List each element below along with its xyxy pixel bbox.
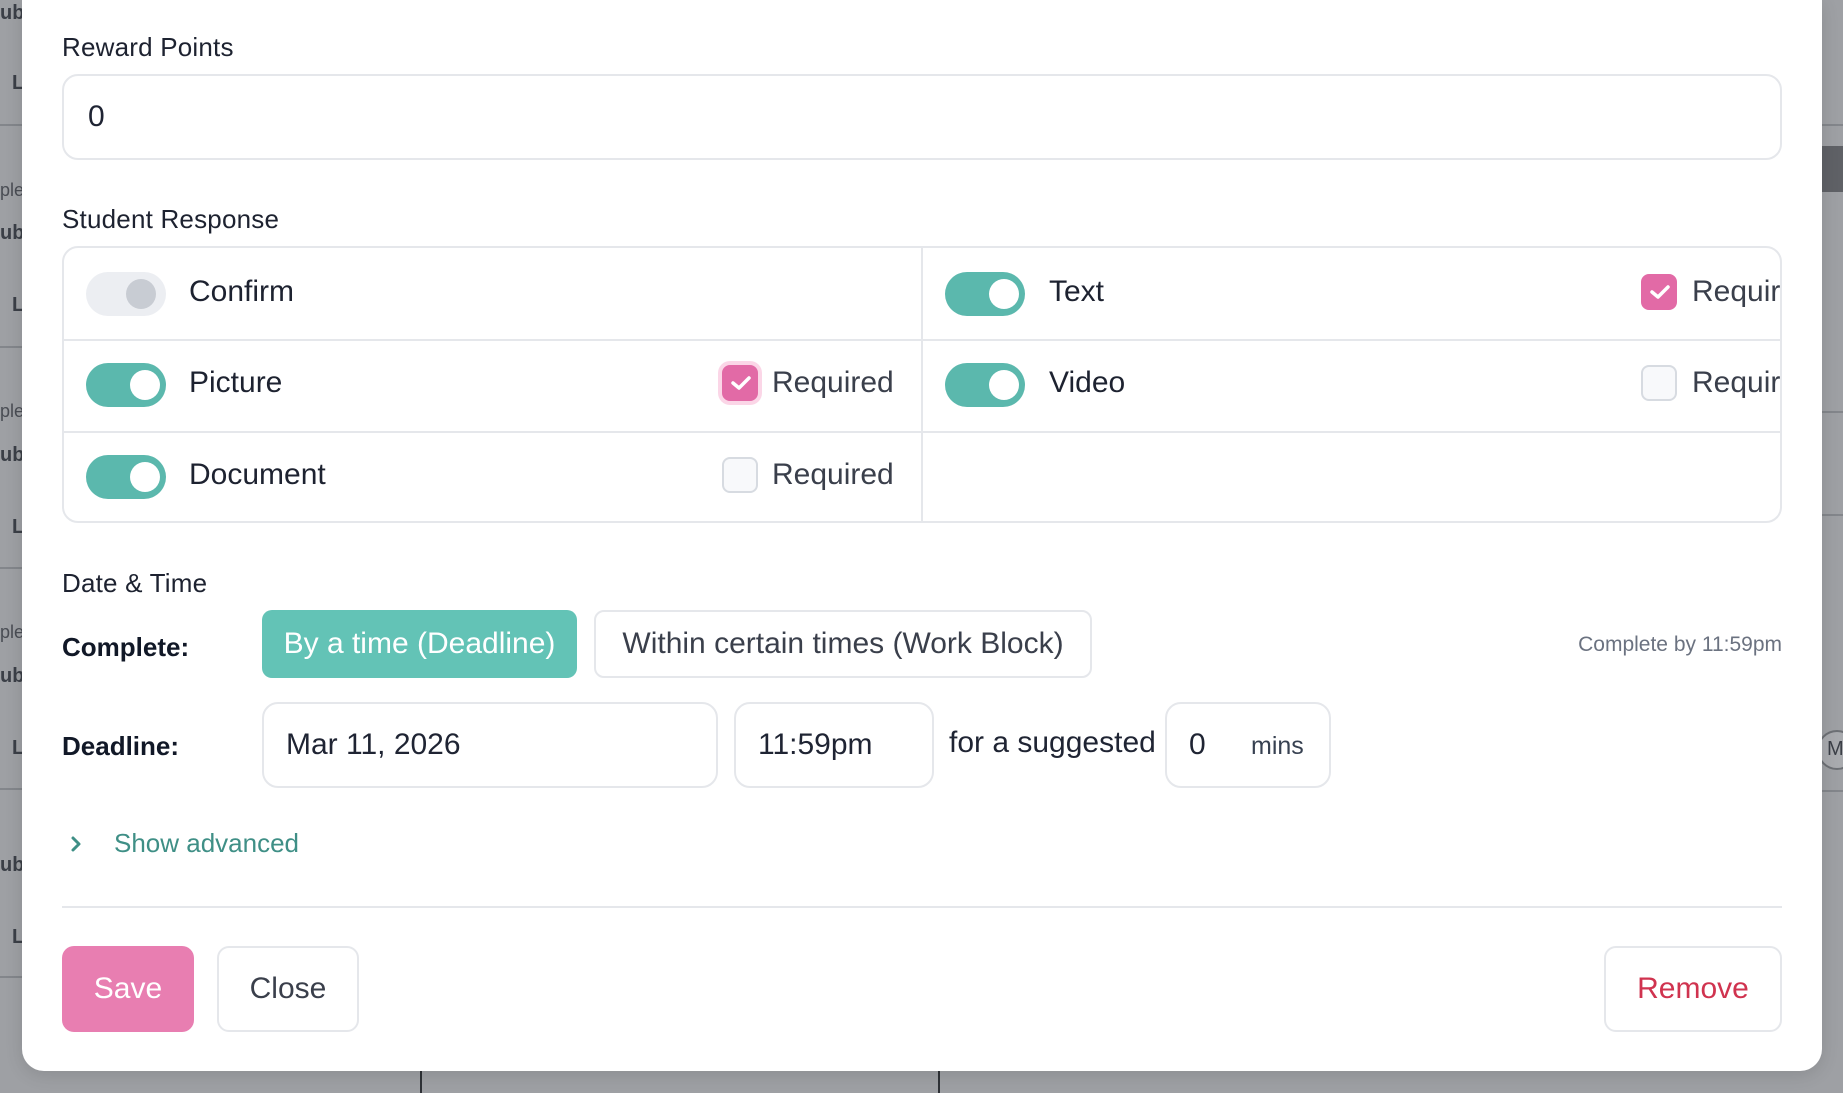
response-option-text: Text Required	[923, 248, 1781, 339]
modal-content: Reward Points 0 Student Response Confirm…	[62, 0, 1782, 1071]
suggested-minutes-unit: mins	[1251, 732, 1304, 760]
bg-divider	[0, 976, 22, 978]
complete-by-deadline-button[interactable]: By a time (Deadline)	[262, 610, 577, 678]
show-advanced-label: Show advanced	[114, 828, 300, 858]
document-required-checkbox[interactable]	[722, 457, 758, 493]
bg-text-fragment: ple	[0, 622, 25, 642]
check-icon	[1650, 285, 1670, 299]
footer-divider	[62, 906, 1782, 908]
video-required-label: Required	[1692, 366, 1781, 399]
background-page-left: ubj L ple ubj L ple ubj L ple ubj L ubj …	[0, 0, 30, 1093]
document-label: Document	[189, 458, 326, 491]
check-icon	[731, 376, 751, 390]
bg-divider	[0, 567, 22, 569]
background-scrollbar-thumb	[1821, 146, 1843, 192]
bg-divider	[0, 788, 22, 790]
suggested-minutes-input[interactable]: 0 mins	[1165, 702, 1331, 788]
bg-avatar-letter: M	[1827, 738, 1843, 760]
video-label: Video	[1049, 366, 1126, 399]
picture-required-label: Required	[772, 366, 894, 399]
response-option-confirm: Confirm	[64, 248, 921, 339]
response-option-document: Document Required	[64, 433, 921, 521]
video-required-checkbox[interactable]	[1641, 365, 1677, 401]
response-option-video: Video Required	[923, 341, 1781, 432]
suggested-minutes-value: 0	[1189, 728, 1206, 761]
student-response-label: Student Response	[62, 204, 280, 234]
text-required-label: Required	[1692, 275, 1781, 308]
bg-divider	[1821, 124, 1843, 126]
complete-hint: Complete by 11:59pm	[1578, 633, 1782, 656]
task-settings-modal: Reward Points 0 Student Response Confirm…	[22, 0, 1822, 1071]
picture-toggle[interactable]	[86, 363, 166, 407]
picture-label: Picture	[189, 366, 283, 399]
deadline-date-value: Mar 11, 2026	[286, 728, 461, 761]
chevron-right-icon	[71, 836, 81, 851]
close-button[interactable]: Close	[217, 946, 359, 1032]
bg-divider	[420, 1071, 422, 1093]
bg-divider	[1821, 514, 1843, 516]
confirm-label: Confirm	[189, 275, 295, 308]
bg-text-fragment: ple	[0, 401, 25, 421]
text-toggle[interactable]	[945, 272, 1025, 316]
video-toggle[interactable]	[945, 363, 1025, 407]
bg-divider	[938, 1071, 940, 1093]
suggested-text: for a suggested	[949, 726, 1156, 759]
bg-divider	[0, 124, 22, 126]
deadline-time-value: 11:59pm	[758, 728, 873, 761]
bg-divider	[1821, 790, 1843, 792]
reward-points-input[interactable]: 0	[62, 74, 1782, 160]
bg-divider	[0, 346, 22, 348]
deadline-time-input[interactable]: 11:59pm	[734, 702, 934, 788]
bg-text-fragment: ple	[0, 180, 25, 200]
text-label: Text	[1049, 275, 1105, 308]
date-time-label: Date & Time	[62, 568, 208, 598]
deadline-label: Deadline:	[62, 731, 180, 761]
reward-points-value: 0	[88, 100, 105, 133]
deadline-date-input[interactable]: Mar 11, 2026	[262, 702, 718, 788]
bg-divider	[1821, 411, 1843, 413]
document-required-label: Required	[772, 458, 894, 491]
picture-required-checkbox[interactable]	[722, 365, 758, 401]
document-toggle[interactable]	[86, 455, 166, 499]
complete-work-block-button[interactable]: Within certain times (Work Block)	[594, 610, 1092, 678]
student-response-options: Confirm Text Required Picture Required	[62, 246, 1782, 523]
reward-points-label: Reward Points	[62, 32, 234, 62]
save-button[interactable]: Save	[62, 946, 194, 1032]
remove-button[interactable]: Remove	[1604, 946, 1782, 1032]
confirm-toggle[interactable]	[86, 272, 166, 316]
response-option-picture: Picture Required	[64, 341, 921, 432]
text-required-checkbox[interactable]	[1641, 274, 1677, 310]
complete-label: Complete:	[62, 632, 190, 662]
show-advanced-toggle[interactable]: Show advanced	[62, 828, 299, 859]
